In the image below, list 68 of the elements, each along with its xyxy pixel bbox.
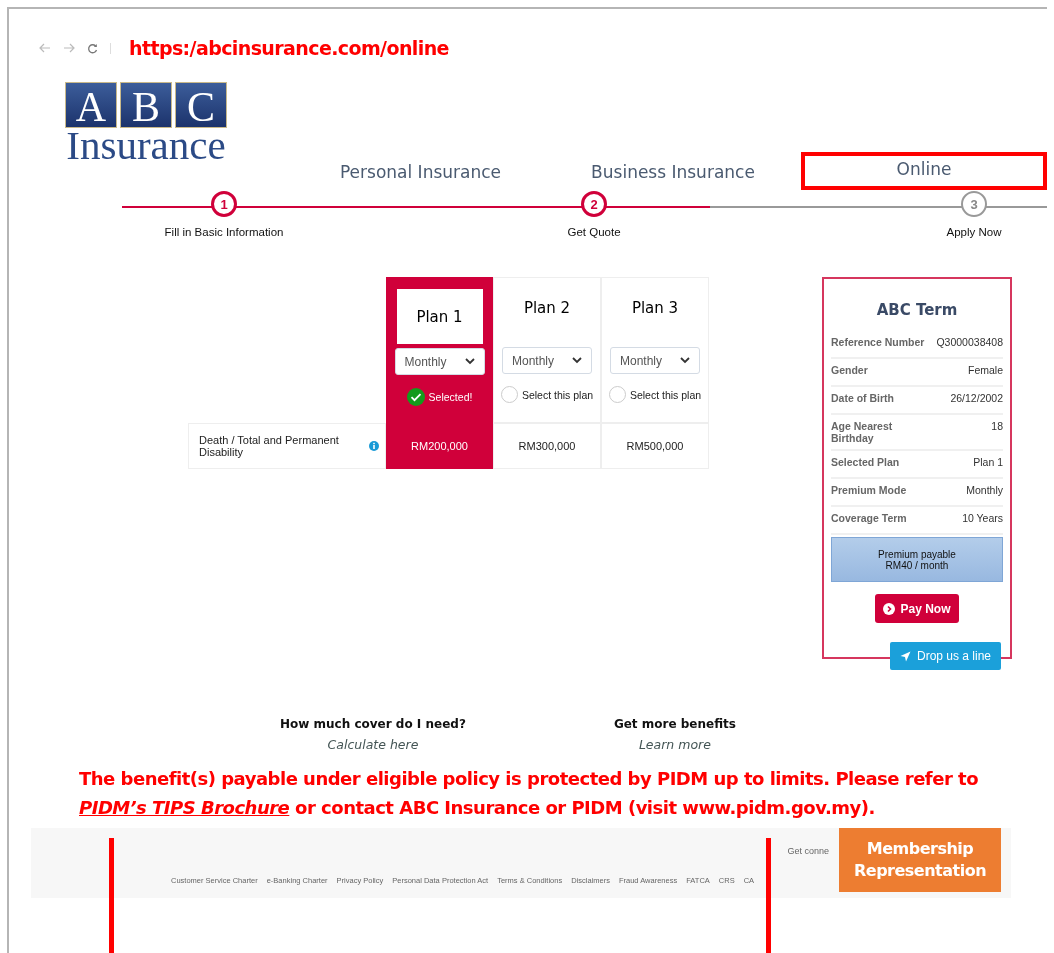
step-number: 3 <box>961 191 987 217</box>
mode-dropdown[interactable]: Monthly <box>610 347 700 374</box>
link-heading: Get more benefits <box>613 717 736 731</box>
reload-icon[interactable] <box>87 42 98 54</box>
forward-icon[interactable] <box>63 43 75 53</box>
pay-button[interactable]: Pay Now <box>875 594 959 623</box>
link-heading: How much cover do I need? <box>280 717 466 731</box>
badge-text: Membership <box>866 838 974 860</box>
plan-column[interactable]: Plan 3 Monthly Select this plan <box>601 277 709 423</box>
table-cell: RM200,000 <box>386 423 493 469</box>
plan-column[interactable]: Plan 2 Monthly Select this plan <box>493 277 601 423</box>
premium-text: RM40 / month <box>885 559 949 571</box>
back-icon[interactable] <box>39 43 51 53</box>
footer-text: Get conne <box>787 846 829 856</box>
nav-tab[interactable]: Online <box>801 152 1047 190</box>
nav-tab[interactable]: Personal Insurance <box>288 162 553 190</box>
field-value: Monthly <box>966 484 1003 498</box>
logo-word: Insurance <box>66 128 226 162</box>
premium-text: Premium payable <box>878 548 956 560</box>
field-label: Coverage Term <box>831 512 908 526</box>
plan-name: Plan 3 <box>631 299 679 319</box>
chevron-down-icon <box>572 357 582 364</box>
field-value: 18 <box>991 420 1003 434</box>
plan-radio[interactable]: Select this plan <box>500 386 594 403</box>
chevron-down-icon <box>464 358 475 365</box>
table-cell: RM300,000 <box>493 423 601 469</box>
field-value: Q3000038408 <box>936 336 1003 350</box>
field-value: Plan 1 <box>973 456 1003 470</box>
address-url[interactable]: https:/abcinsurance.com/online <box>129 37 449 59</box>
field-label: Age Nearest Birthday <box>831 420 894 444</box>
field-value: 26/12/2002 <box>950 392 1003 406</box>
mode-dropdown[interactable]: Monthly <box>502 347 592 374</box>
field-label: Gender <box>831 364 869 378</box>
plan-radio[interactable]: Selected! <box>406 388 473 406</box>
step-label: Get Quote <box>567 226 621 238</box>
card-title: ABC Term <box>875 301 959 319</box>
nav-tab[interactable]: Business Insurance <box>553 162 793 190</box>
field-label: Selected Plan <box>831 456 901 470</box>
step-label: Apply Now <box>946 226 1002 238</box>
text-link[interactable]: Learn more <box>638 737 711 752</box>
paper-plane-icon <box>900 650 911 662</box>
field-value: Female <box>968 364 1003 378</box>
plan-name: Plan 2 <box>523 299 571 319</box>
plan-column[interactable]: Plan 1 Monthly Selected! <box>386 277 493 423</box>
brochure-link[interactable]: PIDM’s TIPS Brochure <box>79 797 290 818</box>
badge-text: Representation <box>853 860 987 882</box>
field-label: Reference Number <box>831 336 926 350</box>
check-icon <box>406 388 425 406</box>
mode-dropdown[interactable]: Monthly <box>394 348 485 375</box>
step-label: Fill in Basic Information <box>164 226 284 238</box>
table-cell: RM500,000 <box>601 423 709 469</box>
step-number: 1 <box>211 191 237 217</box>
plan-name: Plan 1 <box>396 289 483 344</box>
field-label: Date of Birth <box>831 392 895 406</box>
plan-radio[interactable]: Select this plan <box>608 386 702 403</box>
text-link[interactable]: Calculate here <box>327 737 419 752</box>
chevron-right-icon <box>883 602 896 615</box>
benefit-label: Death / Total and Permanent Disability <box>199 434 340 458</box>
notice-text: The benefit(s) payable under eligible policy is protected by PIDM up to limits. Please refer to PIDM’s TIPS Brochure or contact ABC Insurance or PIDM (visit www.pidm.gov.my). <box>79 767 980 820</box>
logo-letter: B <box>120 82 172 128</box>
step-number: 2 <box>581 191 607 217</box>
chevron-down-icon <box>680 357 690 364</box>
company-logo[interactable]: A B C Insurance <box>44 82 248 162</box>
logo-letter: C <box>175 82 227 128</box>
info-icon[interactable] <box>369 441 379 451</box>
logo-letter: A <box>65 82 117 128</box>
field-value: 10 Years <box>962 512 1003 526</box>
field-label: Premium Mode <box>831 484 908 498</box>
